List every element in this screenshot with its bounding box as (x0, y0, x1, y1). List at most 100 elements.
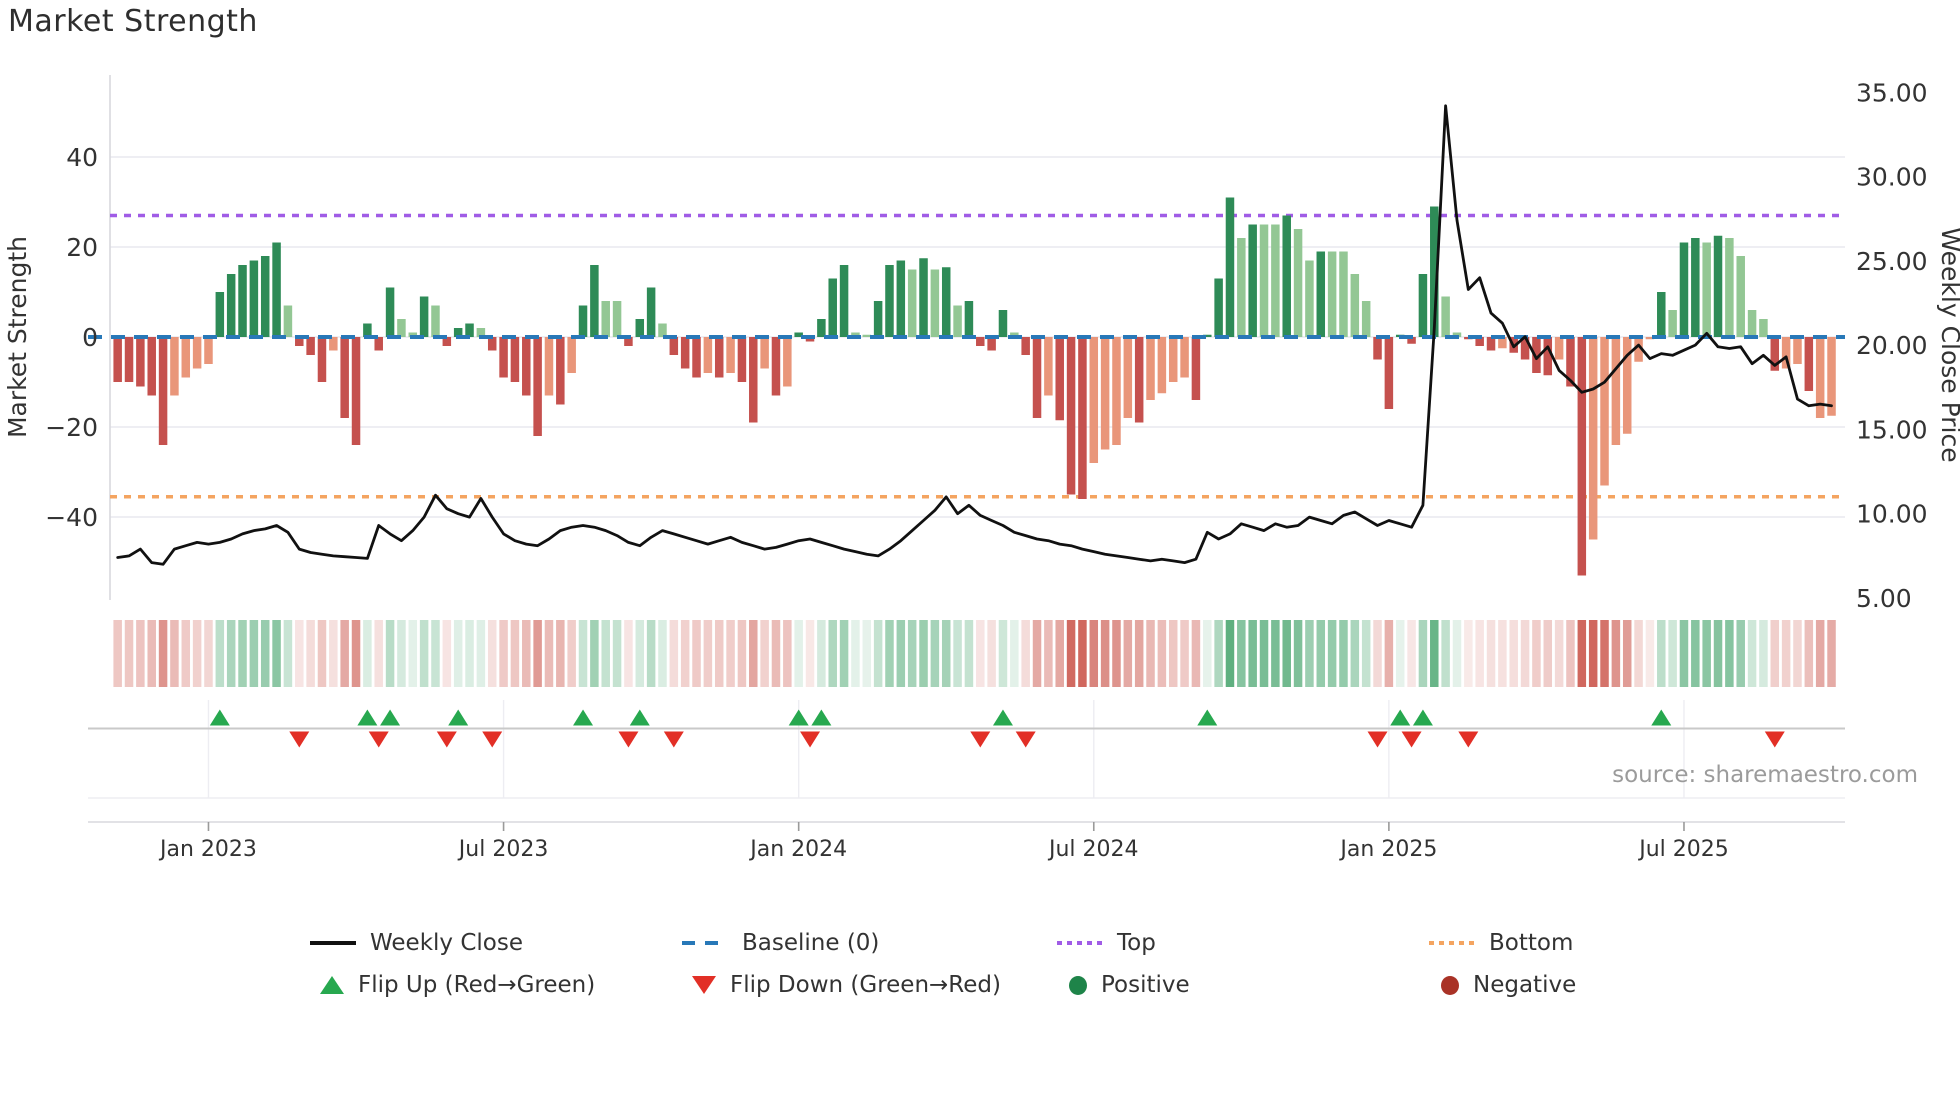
heatmap-stripe (1725, 620, 1734, 687)
heatmap-stripe (1225, 620, 1235, 687)
heatmap-stripe (1271, 620, 1280, 687)
strength-bar (1759, 319, 1768, 337)
flip-down-marker (436, 731, 457, 748)
flip-down-marker (482, 731, 503, 748)
legend-row-2: Flip Up (Red→Green) Flip Down (Green→Red… (310, 964, 1730, 1006)
flip-up-marker (1197, 709, 1218, 726)
heatmap-stripe (1827, 620, 1836, 687)
strength-bar (306, 337, 315, 355)
strength-bar (1168, 337, 1178, 382)
heatmap-stripe (817, 620, 826, 687)
strength-bar (839, 265, 849, 337)
heatmap-stripe (1066, 620, 1076, 687)
heatmap-stripe (1520, 620, 1530, 687)
heatmap-stripe (533, 620, 542, 687)
strength-bar (590, 265, 599, 337)
flip-up-marker (448, 709, 469, 726)
strength-bar (567, 337, 576, 373)
strength-bar (885, 265, 894, 337)
top-dotted-swatch (1057, 941, 1103, 945)
heatmap-stripe (1577, 620, 1587, 687)
strength-bar (783, 337, 792, 387)
strength-bar (941, 267, 951, 337)
heatmap-stripe (953, 620, 962, 687)
strength-bar (1055, 337, 1064, 421)
strength-bar (1725, 238, 1734, 337)
strength-bar (1691, 238, 1700, 337)
strength-bar (1293, 229, 1303, 337)
heatmap-stripe (1180, 620, 1189, 687)
heatmap-stripe (1395, 620, 1405, 687)
heatmap-stripe (1384, 620, 1394, 687)
heatmap-stripe (1815, 620, 1825, 687)
flip-up-marker (992, 709, 1013, 726)
heatmap-stripe (272, 620, 281, 687)
left-tick-label: 40 (66, 143, 98, 172)
heatmap-stripe (1430, 620, 1439, 687)
strength-bar (976, 337, 985, 346)
strength-bar (1588, 337, 1598, 540)
flip-up-marker (1651, 709, 1672, 726)
heatmap-stripe (215, 620, 225, 687)
flip-up-marker (629, 709, 650, 726)
strength-bar (465, 323, 474, 337)
flip-down-triangle-icon (692, 976, 716, 994)
right-tick-label: 30.00 (1856, 163, 1928, 192)
strength-bar (238, 265, 247, 337)
heatmap-stripe (1361, 620, 1371, 687)
right-tick-label: 15.00 (1856, 415, 1928, 444)
strength-bar (771, 337, 781, 396)
heatmap-stripe (567, 620, 576, 687)
heatmap-stripe (1770, 620, 1780, 687)
heatmap-stripe (317, 620, 327, 687)
heatmap-stripe (1713, 620, 1723, 687)
strength-bar (204, 337, 213, 364)
x-tick-label: Jul 2023 (457, 837, 549, 862)
heatmap-stripe (703, 620, 713, 687)
legend-row-1: Weekly Close Baseline (0) Top Bottom (310, 922, 1730, 964)
strength-bar (170, 337, 179, 396)
strength-bar (1361, 301, 1371, 337)
strength-bar (1021, 337, 1030, 355)
strength-bar (1804, 337, 1814, 391)
heatmap-stripe (760, 620, 769, 687)
heatmap-stripe (170, 620, 179, 687)
heatmap-stripe (1021, 620, 1030, 687)
strength-bar (1736, 256, 1745, 337)
strength-bar (522, 337, 531, 396)
strength-bar (329, 337, 338, 351)
left-tick-label: −20 (45, 413, 98, 442)
heatmap-stripe (1600, 620, 1609, 687)
strength-bar (1146, 337, 1155, 400)
strength-bar (533, 337, 542, 436)
heatmap-stripe (1237, 620, 1246, 687)
heatmap-stripe (113, 620, 122, 687)
market-strength-dashboard: Market Strength Jan 2023 Jul 2023 Jan 2024… (0, 0, 1960, 1102)
heatmap-stripe (646, 620, 656, 687)
heatmap-stripe (1611, 620, 1621, 687)
weekly-close-line-swatch (310, 941, 356, 945)
heatmap-stripe (487, 620, 497, 687)
left-axis-title: Market Strength (3, 236, 32, 438)
flip-up-marker (357, 709, 378, 726)
heatmap-stripe (1282, 620, 1291, 687)
heatmap-stripe (431, 620, 440, 687)
heatmap-stripe (1759, 620, 1768, 687)
heatmap-stripe (1044, 620, 1053, 687)
x-tick-label: Jul 2025 (1637, 837, 1729, 862)
strength-bar (862, 334, 872, 337)
strength-bar (340, 337, 349, 418)
heatmap-stripe (726, 620, 735, 687)
heatmap-stripe (612, 620, 622, 687)
heatmap-stripe (1203, 620, 1212, 687)
strength-bar (226, 274, 236, 337)
heatmap-stripe (1248, 620, 1257, 687)
heatmap-stripe (329, 620, 338, 687)
strength-bar (692, 337, 701, 378)
heatmap-stripe (374, 620, 383, 687)
heatmap-stripe (1418, 620, 1428, 687)
x-tick-label: Jul 2024 (1047, 837, 1139, 862)
flip-up-marker (209, 709, 230, 726)
heatmap-stripe (941, 620, 951, 687)
strength-bar (1157, 337, 1167, 394)
